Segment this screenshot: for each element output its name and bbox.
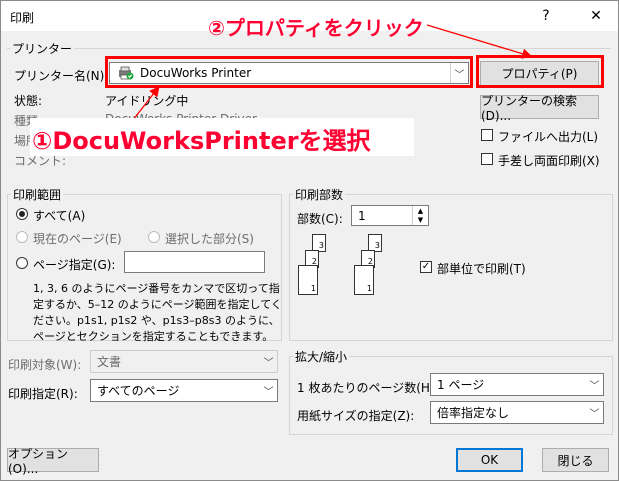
annotation-arrows xyxy=(132,24,533,121)
arrow-to-properties xyxy=(426,24,533,59)
arrow-to-printer-select xyxy=(132,85,160,121)
step2-callout: ②プロパティをクリック xyxy=(208,16,424,40)
step1-callout: ①DocuWorksPrinterを選択 xyxy=(32,127,371,155)
